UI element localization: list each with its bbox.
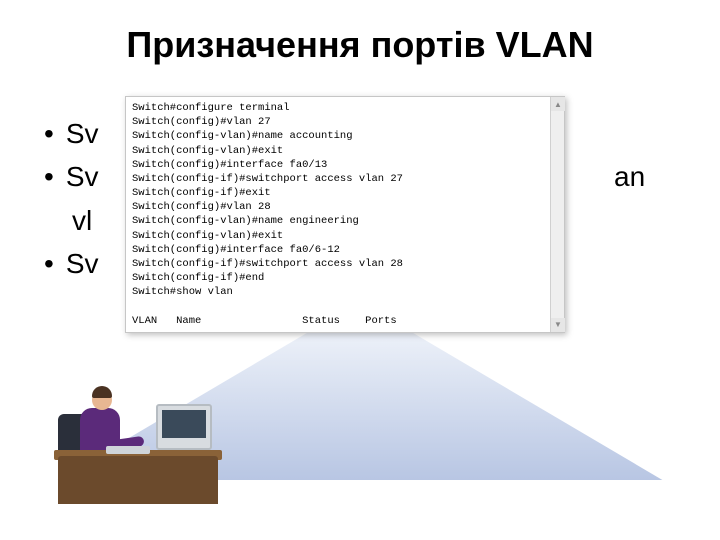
terminal-window: Switch#configure terminal Switch(config)… bbox=[125, 96, 565, 333]
bullet-text: Sv bbox=[66, 155, 99, 198]
keyboard-icon bbox=[106, 446, 150, 454]
desk-icon bbox=[58, 456, 218, 504]
monitor-icon bbox=[156, 404, 212, 450]
person-hair-icon bbox=[92, 386, 112, 398]
bullet-text: Sv bbox=[66, 242, 99, 285]
terminal-output: Switch#configure terminal Switch(config)… bbox=[132, 101, 558, 328]
bullet-dot-icon: • bbox=[44, 242, 54, 285]
monitor-screen-icon bbox=[162, 410, 206, 438]
scroll-up-button[interactable]: ▲ bbox=[551, 97, 565, 111]
scrollbar[interactable]: ▲ ▼ bbox=[550, 97, 564, 332]
scroll-down-button[interactable]: ▼ bbox=[551, 318, 565, 332]
bullet-text-right: an bbox=[614, 155, 645, 198]
slide-title: Призначення портів VLAN bbox=[0, 0, 720, 66]
bullet-dot-icon: • bbox=[44, 155, 54, 198]
person-at-desk-illustration bbox=[58, 364, 218, 504]
bullet-text: Sv bbox=[66, 112, 99, 155]
bullet-dot-icon: • bbox=[44, 112, 54, 155]
bullet-text: vl bbox=[72, 199, 92, 242]
